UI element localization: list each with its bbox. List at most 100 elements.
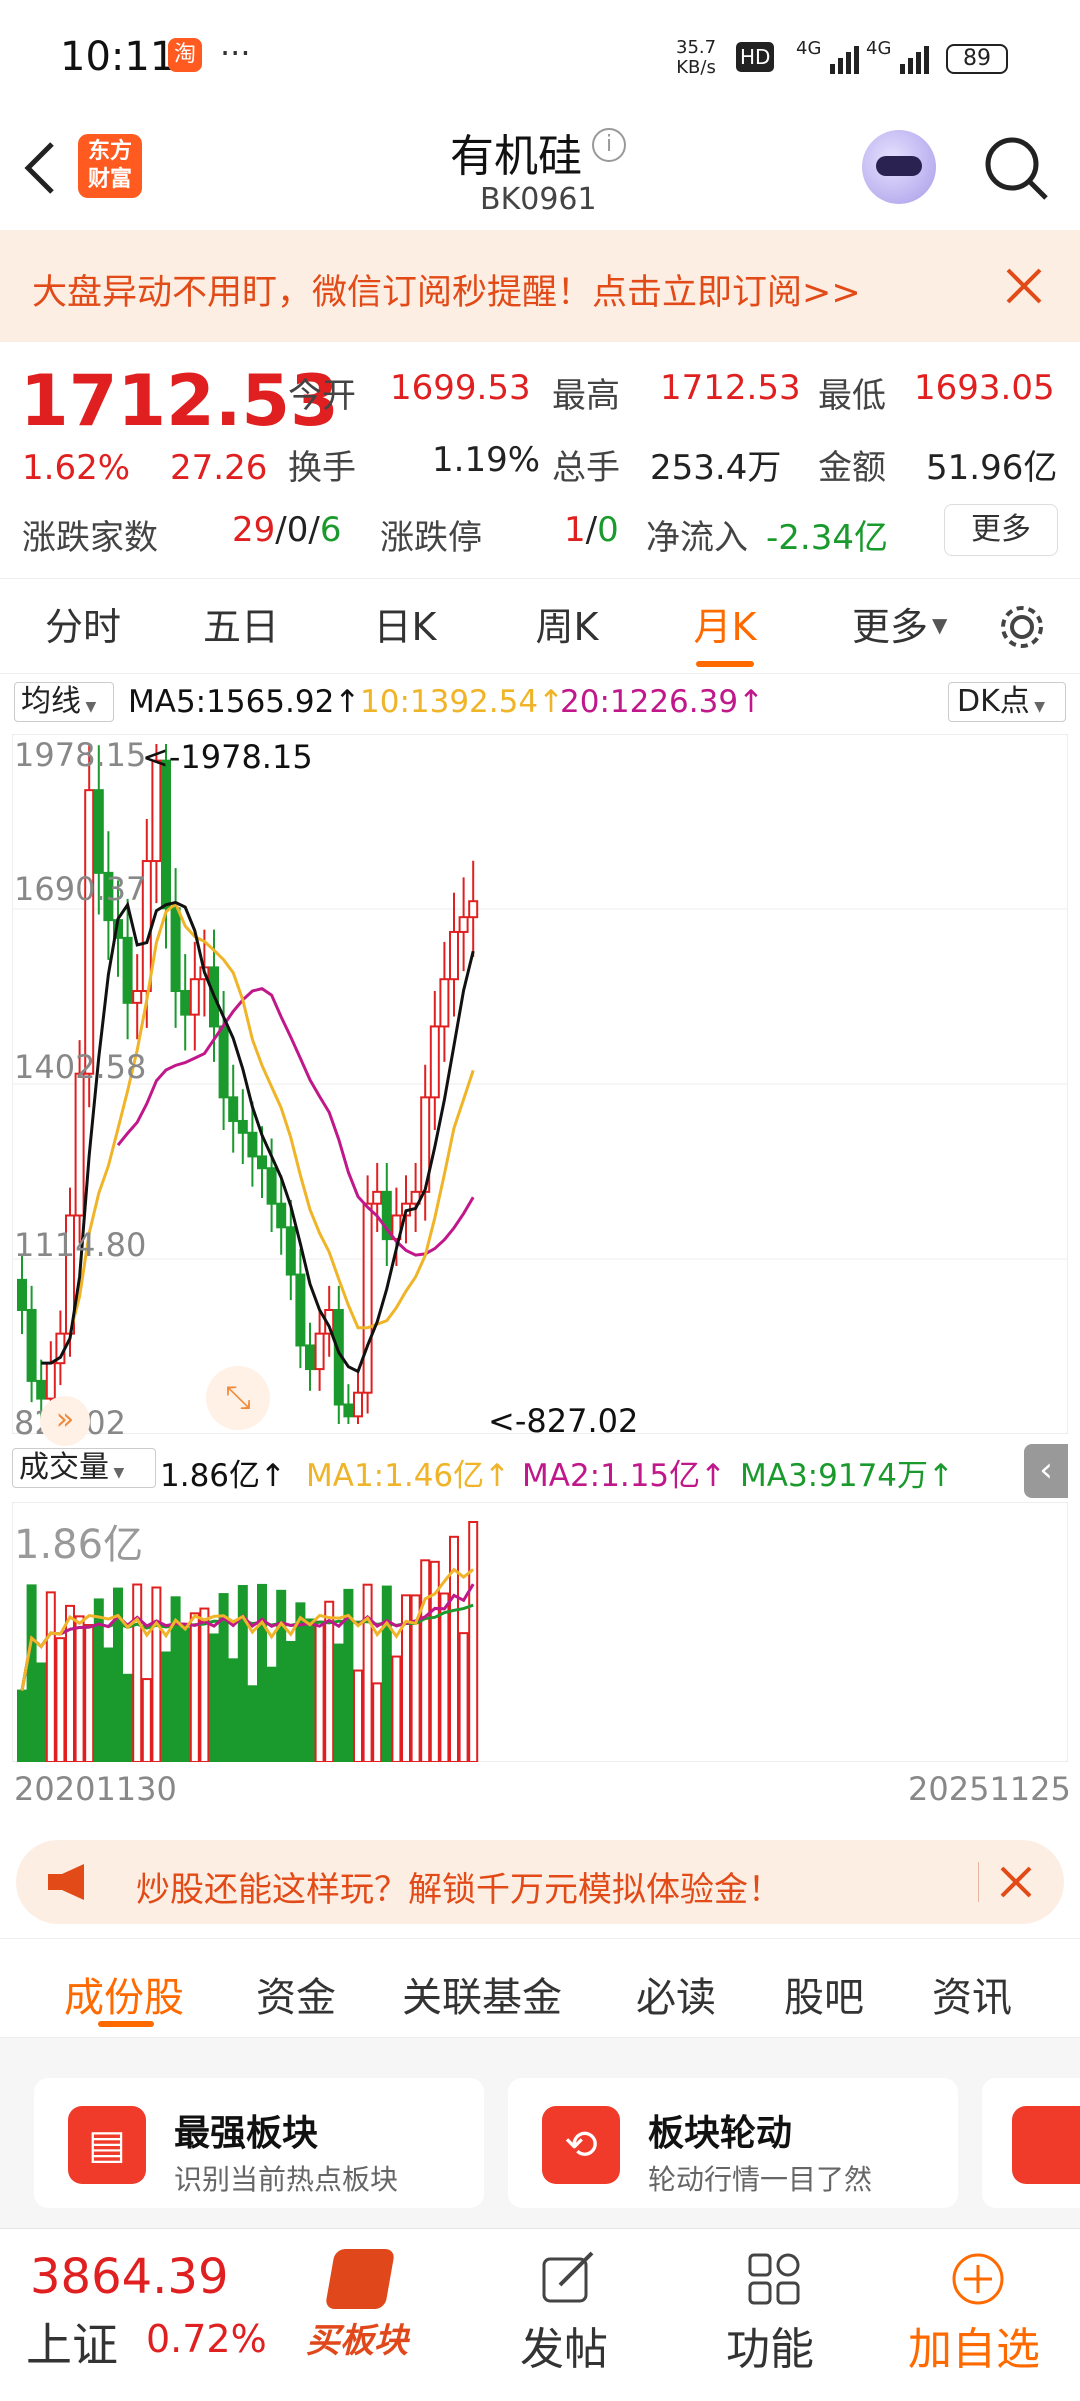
volume-bar bbox=[353, 1669, 363, 1762]
vol-ma1: MA1:1.46亿↑ bbox=[306, 1458, 511, 1494]
robot-assistant-icon[interactable] bbox=[862, 130, 936, 204]
tab-five-day[interactable]: 五日 bbox=[186, 579, 296, 675]
volume-bar bbox=[26, 1584, 37, 1762]
volume-value: 253.4万 bbox=[650, 448, 782, 488]
volume-bar bbox=[295, 1602, 306, 1762]
volume-bar bbox=[257, 1583, 267, 1762]
volume-bar bbox=[45, 1591, 56, 1762]
volume-bar bbox=[333, 1643, 344, 1762]
hd-icon: HD bbox=[736, 42, 775, 72]
volume-bar bbox=[55, 1637, 66, 1762]
card-sector-rotation[interactable]: ⟲ 板块轮动 轮动行情一目了然 bbox=[508, 2078, 958, 2208]
more-button[interactable]: 更多 bbox=[944, 504, 1058, 556]
ma5-value: MA5:1565.92↑ bbox=[128, 684, 361, 720]
back-arrow-icon[interactable] bbox=[20, 138, 60, 198]
promo-bar[interactable]: 炒股还能这样玩？解锁千万元模拟体验金！ bbox=[16, 1840, 1064, 1924]
volume-bar bbox=[84, 1624, 95, 1762]
scroll-forward-icon[interactable]: » bbox=[40, 1396, 90, 1446]
volume-selector[interactable]: 成交量 ▼ bbox=[12, 1448, 156, 1488]
edit-post-icon bbox=[542, 2251, 594, 2303]
amount-value: 51.96亿 bbox=[926, 448, 1058, 488]
card-title-2: 板块轮动 bbox=[648, 2113, 793, 2154]
candle-body bbox=[218, 1025, 229, 1099]
tab-must-read[interactable]: 必读 bbox=[636, 1965, 716, 2023]
close-icon[interactable] bbox=[1004, 266, 1044, 306]
page-title: 有机硅 bbox=[450, 131, 582, 182]
candle-body bbox=[180, 990, 191, 1016]
start-date: 20201130 bbox=[14, 1770, 177, 1808]
candle-body bbox=[122, 936, 133, 1004]
tab-constituents[interactable]: 成份股 bbox=[64, 1965, 184, 2023]
volume-bar bbox=[237, 1585, 248, 1762]
dk-point-selector[interactable]: DK点 ▼ bbox=[948, 682, 1066, 722]
info-icon[interactable]: i bbox=[592, 128, 626, 162]
high-value: 1712.53 bbox=[660, 368, 801, 408]
settings-gear-icon[interactable] bbox=[996, 601, 1048, 653]
net-speed-unit: KB/s bbox=[676, 57, 716, 78]
status-more: ··· bbox=[220, 34, 251, 72]
content-tabs: 成份股 资金 关联基金 必读 股吧 资讯 bbox=[0, 1938, 1080, 2038]
subscribe-banner[interactable]: 大盘异动不用盯，微信订阅秒提醒！点击立即订阅>> bbox=[0, 230, 1080, 342]
candlestick-chart[interactable] bbox=[12, 734, 1068, 1434]
nav-bar: 东方 财富 有机硅 i BK0961 bbox=[0, 110, 1080, 230]
volume-bar bbox=[381, 1585, 392, 1762]
volume-bar bbox=[132, 1583, 143, 1762]
signal-icon-2 bbox=[900, 46, 929, 74]
candle-body bbox=[93, 789, 104, 874]
promo-close-icon[interactable] bbox=[998, 1864, 1034, 1900]
expand-icon[interactable]: ⤡ bbox=[206, 1366, 270, 1430]
tab-intraday[interactable]: 分时 bbox=[28, 579, 138, 675]
volume-chart[interactable] bbox=[12, 1502, 1068, 1762]
post-label: 发帖 bbox=[520, 2324, 608, 2375]
function-button[interactable]: 功能 bbox=[722, 2243, 822, 2383]
post-button[interactable]: 发帖 bbox=[516, 2243, 616, 2383]
period-tabs: 分时 五日 日K 周K 月K 更多 ▼ bbox=[0, 578, 1080, 674]
candle-body bbox=[429, 1025, 440, 1099]
volume-bar bbox=[468, 1521, 479, 1762]
volume-bar bbox=[285, 1640, 296, 1762]
eastmoney-logo[interactable]: 东方 财富 bbox=[78, 134, 142, 198]
volume-bar bbox=[189, 1612, 200, 1762]
vol-ma3: MA3:9174万↑ bbox=[740, 1458, 954, 1494]
volume-bar bbox=[36, 1662, 47, 1762]
volume-bar bbox=[74, 1615, 85, 1762]
tab-more[interactable]: 更多 bbox=[840, 579, 940, 675]
tab-forum[interactable]: 股吧 bbox=[784, 1965, 864, 2023]
candle-body bbox=[449, 930, 459, 981]
card-desc-1: 识别当前热点板块 bbox=[174, 2163, 399, 2196]
taobao-app-icon: 淘 bbox=[168, 38, 202, 72]
tab-news[interactable]: 资讯 bbox=[932, 1965, 1012, 2023]
tab-funds-flow[interactable]: 资金 bbox=[256, 1965, 336, 2023]
tab-related-funds[interactable]: 关联基金 bbox=[402, 1965, 562, 2023]
volume-bar bbox=[228, 1658, 239, 1762]
collapse-arrow-icon[interactable]: ‹ bbox=[1024, 1444, 1068, 1498]
volume-bar bbox=[199, 1607, 210, 1762]
candle-body bbox=[314, 1332, 325, 1371]
open-value: 1699.53 bbox=[390, 368, 531, 408]
candle-body bbox=[362, 1202, 373, 1394]
card-strongest-sector[interactable]: ▤ 最强板块 识别当前热点板块 bbox=[34, 2078, 484, 2208]
add-watchlist-button[interactable]: 加自选 bbox=[900, 2243, 1060, 2383]
volume-axis-label: 1.86亿 bbox=[14, 1522, 144, 1568]
y-tick-4: 1114.80 bbox=[14, 1226, 147, 1264]
card-third-partial[interactable] bbox=[982, 2078, 1080, 2208]
tab-daily-k[interactable]: 日K bbox=[350, 579, 460, 675]
down-count: 6 bbox=[319, 510, 342, 550]
ma-selector[interactable]: 均线 ▼ bbox=[14, 682, 114, 722]
min-price-label: <-827.02 bbox=[488, 1402, 639, 1440]
volume-bar bbox=[161, 1651, 171, 1762]
candle-body bbox=[228, 1096, 239, 1122]
buy-sector-label: 买板块 bbox=[306, 2321, 408, 2361]
volume-bar bbox=[314, 1620, 325, 1762]
buy-sector-button[interactable]: 买板块 bbox=[300, 2249, 420, 2379]
search-icon[interactable] bbox=[982, 134, 1052, 204]
volume-bar bbox=[391, 1655, 402, 1762]
volume-bar bbox=[141, 1678, 152, 1762]
volume-bar bbox=[439, 1592, 450, 1762]
bottom-bar: 3864.39 上证 0.72% 买板块 发帖 功能 加自选 bbox=[0, 2228, 1080, 2400]
volume-bar bbox=[362, 1583, 373, 1762]
index-ticker[interactable]: 3864.39 上证 0.72% bbox=[0, 2229, 290, 2401]
tab-weekly-k[interactable]: 周K bbox=[512, 579, 622, 675]
candle-body bbox=[257, 1155, 267, 1170]
candle-body bbox=[266, 1167, 277, 1205]
